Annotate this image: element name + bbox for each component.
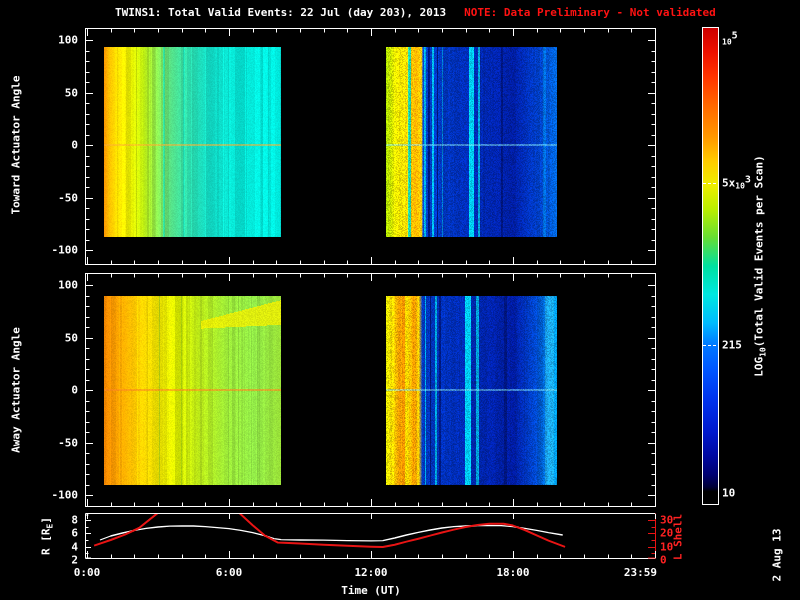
colorbar-title-post: (Total Valid Events per Scan) [752,155,766,348]
plot-title: TWINS1: Total Valid Events: 22 Jul (day … [115,6,447,19]
time-tick-label: 12:00 [354,566,388,579]
away-ytick-label: -100 [51,488,79,502]
lshell-ytick-label: 30 [660,513,674,527]
r-ytick-label: 6 [71,526,78,540]
toward-ytick-label: -50 [58,191,78,204]
toward-ytick-label: 50 [64,86,78,99]
time-tick-label: 18:00 [496,566,530,579]
date-stamp: 2 Aug 13 [770,528,784,582]
lshell-axis-label: L Shell [671,513,685,561]
colorbar-tick-label: 10 [722,486,736,500]
away-spectrogram-canvas [85,273,656,507]
colorbar-canvas [702,27,719,505]
toward-ytick-label: -100 [51,243,79,257]
time-tick-label: 0:00 [73,566,101,579]
r-ytick-label: 2 [71,553,78,567]
time-axis-title: Time (UT) [341,584,401,597]
r-ytick-label: 4 [71,540,78,554]
time-tick-label: 6:00 [215,566,243,579]
toward-ytick-label: 100 [58,33,78,47]
time-tick-label: 23:59 [623,566,657,579]
colorbar-title-pre: LOG [752,356,766,377]
r-ytick-label: 8 [71,513,78,527]
lshell-ytick-label: 10 [660,540,674,554]
toward-spectrogram-canvas [85,28,656,265]
away-ytick-label: 0 [71,383,78,397]
away-ytick-label: 100 [58,278,78,292]
colorbar-tick-label: 105 [722,30,738,47]
colorbar-title-sub: 10 [758,347,768,357]
plot-header: TWINS1: Total Valid Events: 22 Jul (day … [115,6,716,19]
away-ytick-label: -50 [58,436,78,449]
lshell-ytick-label: 20 [660,526,674,540]
toward-ytick-label: 0 [71,138,78,152]
ephemeris-line-canvas [85,513,656,559]
colorbar-tick-label: 5x103 [722,174,751,191]
twins-plot-screen: TWINS1: Total Valid Events: 22 Jul (day … [0,0,800,600]
away-axis-label: Away Actuator Angle [9,327,23,453]
colorbar-tick-label: 215 [722,338,742,352]
plot-note: NOTE: Data Preliminary - Not validated [464,6,716,19]
lshell-ytick-label: 0 [660,553,667,567]
toward-axis-label: Toward Actuator Angle [9,75,23,215]
colorbar-title: LOG10(Total Valid Events per Scan) [752,155,767,377]
away-ytick-label: 50 [64,331,78,344]
